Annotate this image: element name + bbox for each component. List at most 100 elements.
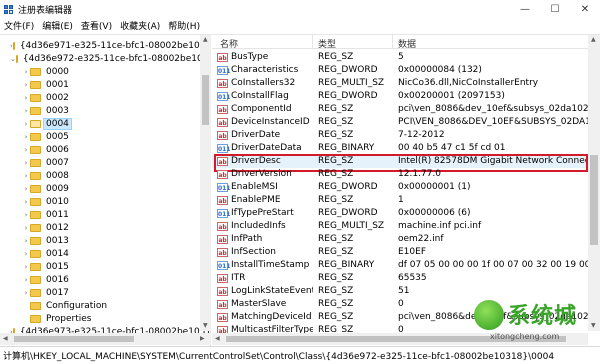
menu-view[interactable]: 查看(V) xyxy=(77,19,116,35)
expand-chevron-icon[interactable]: › xyxy=(22,237,30,245)
tree-node[interactable]: › 0015 xyxy=(0,260,200,273)
folder-icon xyxy=(30,301,41,310)
tree-node[interactable]: › 0003 xyxy=(0,104,200,117)
expand-chevron-icon[interactable]: › xyxy=(22,68,30,76)
tree-horizontal-scrollbar[interactable]: ◀ ▶ xyxy=(0,333,211,345)
tree-node[interactable]: › 0001 xyxy=(0,78,200,91)
tree-node[interactable]: › 0000 xyxy=(0,65,200,78)
tree-node[interactable]: › {4d36e971-e325-11ce-bfc1-08002be10318} xyxy=(0,39,210,52)
value-name: InstallTimeStamp xyxy=(231,260,310,270)
tree-node[interactable]: › 0007 xyxy=(0,156,200,169)
close-button[interactable]: ✕ xyxy=(570,0,600,19)
tree-node[interactable]: › 0006 xyxy=(0,143,200,156)
scroll-up-arrow-icon[interactable]: ▲ xyxy=(591,36,596,43)
menu-help[interactable]: 帮助(H) xyxy=(164,19,204,35)
expand-chevron-icon[interactable]: › xyxy=(22,133,30,141)
collapse-chevron-icon[interactable]: ⌄ xyxy=(10,55,16,63)
expand-chevron-icon[interactable]: › xyxy=(22,198,30,206)
tree-node[interactable]: Properties xyxy=(0,312,200,325)
expand-chevron-icon[interactable]: › xyxy=(22,250,30,258)
value-data: 0x00000006 (6) xyxy=(398,208,471,218)
value-name: MatchingDeviceId xyxy=(231,312,312,322)
tree-node-label: 0008 xyxy=(46,170,69,181)
expand-chevron-icon[interactable]: › xyxy=(22,94,30,102)
tree-node[interactable]: › 0008 xyxy=(0,169,200,182)
tree-node[interactable]: › 0013 xyxy=(0,234,200,247)
value-row[interactable]: 011 Characteristics REG_DWORD 0x00000084 (1… xyxy=(212,64,588,77)
value-row[interactable]: ab EnablePME REG_SZ 1 xyxy=(212,194,588,207)
expand-chevron-icon[interactable]: › xyxy=(22,211,30,219)
value-row[interactable]: ab ITR REG_SZ 65535 xyxy=(212,272,588,285)
tree-node[interactable]: › 0005 xyxy=(0,130,200,143)
scroll-left-arrow-icon[interactable]: ◀ xyxy=(215,335,220,342)
expand-chevron-icon[interactable]: › xyxy=(22,159,30,167)
menu-file[interactable]: 文件(F) xyxy=(0,19,38,35)
value-row[interactable]: ab ComponentId REG_SZ pci\ven_8086&dev_10ef… xyxy=(212,103,588,116)
tree-node[interactable]: › 0002 xyxy=(0,91,200,104)
scroll-up-arrow-icon[interactable]: ▲ xyxy=(203,36,208,43)
maximize-button[interactable]: ☐ xyxy=(540,0,570,19)
expand-chevron-icon[interactable]: › xyxy=(22,276,30,284)
scroll-down-arrow-icon[interactable]: ▼ xyxy=(203,322,208,329)
string-value-icon: ab xyxy=(217,235,228,244)
list-vertical-scrollbar[interactable]: ▲ ▼ xyxy=(588,35,600,331)
expand-chevron-icon[interactable]: › xyxy=(22,289,30,297)
column-header-name[interactable]: 名称 xyxy=(220,37,238,50)
scroll-right-arrow-icon[interactable]: ▶ xyxy=(200,335,205,342)
value-row[interactable]: 011 IfTypePreStart REG_DWORD 0x00000006 (6) xyxy=(212,207,588,220)
tree-node[interactable]: › 0011 xyxy=(0,208,200,221)
value-type: REG_SZ xyxy=(318,234,354,244)
value-data: 1 xyxy=(398,195,404,205)
tree-node[interactable]: › 0017 xyxy=(0,286,200,299)
expand-chevron-icon[interactable]: › xyxy=(22,107,30,115)
menu-favorites[interactable]: 收藏夹(A) xyxy=(116,19,164,35)
tree-node[interactable]: › 0004 xyxy=(0,117,200,130)
folder-icon xyxy=(30,132,41,141)
value-row[interactable]: ab BusType REG_SZ 5 xyxy=(212,51,588,64)
key-path: 计算机\HKEY_LOCAL_MACHINE\SYSTEM\CurrentCon… xyxy=(3,352,555,362)
tree-vertical-scrollbar[interactable]: ▲ ▼ xyxy=(200,35,211,331)
string-value-icon: ab xyxy=(217,287,228,296)
value-row[interactable]: 011 EnableMSI REG_DWORD 0x00000001 (1) xyxy=(212,181,588,194)
value-row[interactable]: 011 CoInstallFlag REG_DWORD 0x00200001 (209… xyxy=(212,90,588,103)
tree-node[interactable]: › 0009 xyxy=(0,182,200,195)
expand-chevron-icon[interactable]: › xyxy=(22,185,30,193)
column-header-data[interactable]: 数据 xyxy=(398,37,416,50)
string-value-icon: ab xyxy=(217,118,228,127)
value-row[interactable]: 011 InstallTimeStamp REG_BINARY df 07 05 00… xyxy=(212,259,588,272)
value-row[interactable]: ab InfSection REG_SZ E10EF xyxy=(212,246,588,259)
expand-chevron-icon[interactable]: › xyxy=(22,146,30,154)
expand-chevron-icon[interactable]: › xyxy=(22,120,30,128)
tree-scroll-thumb[interactable] xyxy=(202,75,209,125)
expand-chevron-icon[interactable]: › xyxy=(22,81,30,89)
expand-chevron-icon[interactable]: › xyxy=(22,224,30,232)
value-row[interactable]: ab InfPath REG_SZ oem22.inf xyxy=(212,233,588,246)
key-tree-pane[interactable]: › {4d36e971-e325-11ce-bfc1-08002be10318} ⌄… xyxy=(0,35,211,346)
list-scroll-thumb[interactable] xyxy=(590,155,598,245)
tree-node[interactable]: › 0012 xyxy=(0,221,200,234)
column-header-type[interactable]: 类型 xyxy=(318,37,336,50)
tree-node[interactable]: › 0010 xyxy=(0,195,200,208)
expand-chevron-icon[interactable]: › xyxy=(22,263,30,271)
watermark-logo-icon xyxy=(474,300,504,330)
value-row[interactable]: ab DriverVersion REG_SZ 12.1.77.0 xyxy=(212,168,588,181)
value-data: 65535 xyxy=(398,273,427,283)
tree-node-label: 0016 xyxy=(46,274,69,285)
window-controls: — ☐ ✕ xyxy=(510,0,600,19)
tree-node[interactable]: › 0016 xyxy=(0,273,200,286)
tree-node[interactable]: › 0014 xyxy=(0,247,200,260)
scroll-left-arrow-icon[interactable]: ◀ xyxy=(3,335,8,342)
minimize-button[interactable]: — xyxy=(510,0,540,19)
value-row[interactable]: ab DeviceInstanceID REG_SZ PCI\VEN_8086&DEV… xyxy=(212,116,588,129)
tree-hscroll-thumb[interactable] xyxy=(14,336,134,342)
tree-node[interactable]: Configuration xyxy=(0,299,200,312)
value-row[interactable]: ab DriverDesc REG_SZ Intel(R) 82578DM Gigab… xyxy=(212,154,588,172)
expand-chevron-icon[interactable]: › xyxy=(22,172,30,180)
value-row[interactable]: ab CoInstallers32 REG_MULTI_SZ NicCo36.dll,… xyxy=(212,77,588,90)
value-row[interactable]: ab IncludedInfs REG_MULTI_SZ machine.inf pc… xyxy=(212,220,588,233)
tree-node[interactable]: ⌄ {4d36e972-e325-11ce-bfc1-08002be10318} xyxy=(0,52,210,65)
value-row[interactable]: ab DriverDate REG_SZ 7-12-2012 xyxy=(212,129,588,142)
menu-edit[interactable]: 编辑(E) xyxy=(38,19,77,35)
value-name: CoInstallFlag xyxy=(231,91,289,101)
value-row[interactable]: 011 DriverDateData REG_BINARY 00 40 b5 47 c… xyxy=(212,142,588,155)
